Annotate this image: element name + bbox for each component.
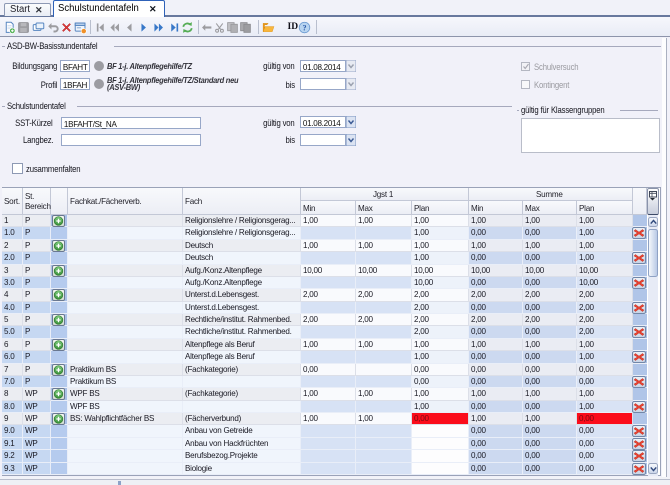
svg-text:?: ?	[302, 23, 306, 32]
